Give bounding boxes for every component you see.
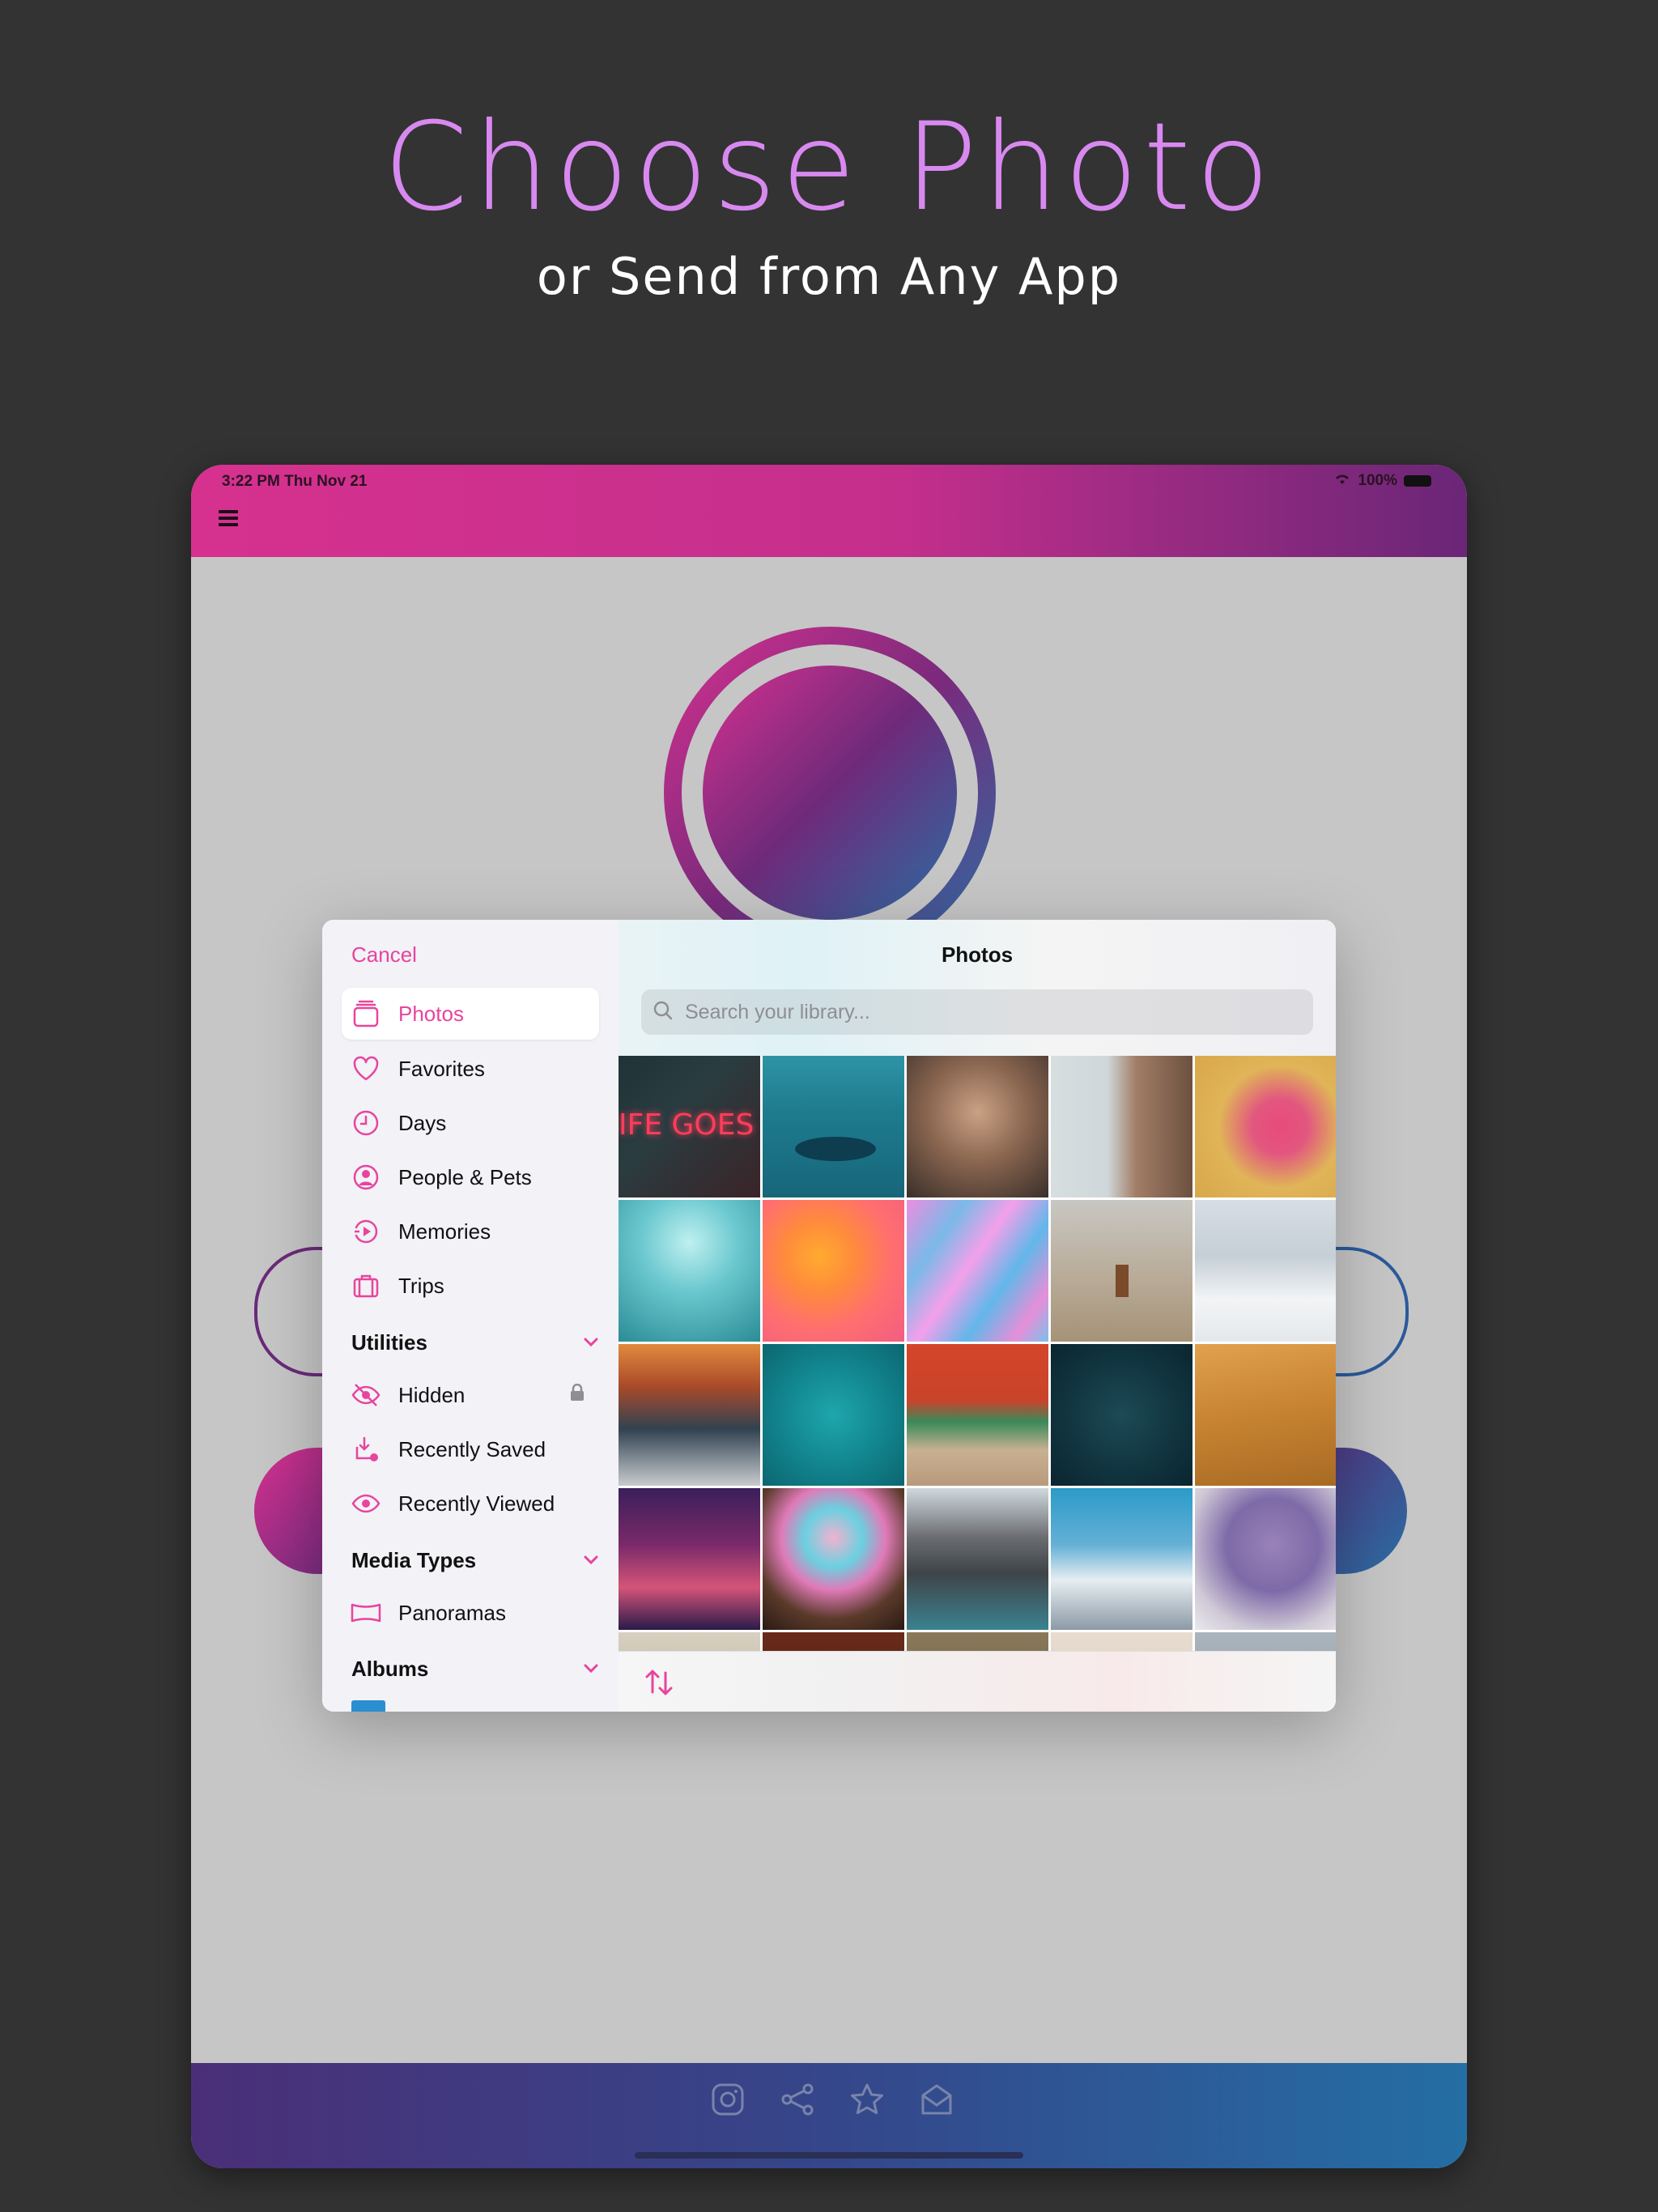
picker-sidebar: Cancel Photos Favorites Days People & Pe…: [322, 920, 619, 1712]
photo-thumbnail[interactable]: [763, 1056, 904, 1197]
picker-title: Photos: [941, 942, 1014, 967]
memories-icon: [350, 1215, 382, 1248]
battery-percent: 100%: [1358, 471, 1397, 489]
photo-thumbnail[interactable]: [1051, 1488, 1192, 1630]
chevron-down-icon: [583, 1658, 599, 1679]
person-icon: [350, 1161, 382, 1193]
photo-thumbnail[interactable]: [1051, 1200, 1192, 1342]
eye-slash-icon: [350, 1379, 382, 1411]
photo-thumbnail[interactable]: [619, 1200, 760, 1342]
search-input[interactable]: [683, 999, 1253, 1025]
photo-grid: IFE GOES: [619, 1056, 1336, 1653]
bottom-toolbar: [191, 2063, 1467, 2168]
sidebar-item-people-pets[interactable]: People & Pets: [342, 1151, 599, 1203]
picker-header: Photos: [619, 920, 1336, 1056]
section-title: Media Types: [351, 1547, 477, 1572]
top-bar: 3:22 PM Thu Nov 21 100%: [191, 465, 1467, 557]
photo-thumbnail[interactable]: [619, 1488, 760, 1630]
sidebar-item-label: Memories: [398, 1219, 491, 1244]
photo-thumbnail[interactable]: [763, 1344, 904, 1486]
album-thumbnail-partial[interactable]: [351, 1700, 385, 1712]
sidebar-item-label: Favorites: [398, 1056, 485, 1081]
photo-picker: Cancel Photos Favorites Days People & Pe…: [322, 920, 1336, 1712]
promo-title: Choose Photo: [383, 97, 1275, 238]
sidebar-item-memories[interactable]: Memories: [342, 1206, 599, 1257]
clock-icon: [350, 1107, 382, 1139]
panorama-icon: [350, 1597, 382, 1629]
wifi-icon: [1333, 471, 1351, 490]
home-indicator: [635, 2152, 1023, 2159]
cancel-button[interactable]: Cancel: [351, 942, 417, 968]
instagram-icon[interactable]: [709, 2081, 746, 2118]
section-title: Albums: [351, 1656, 429, 1681]
promo-subtitle: or Send from Any App: [536, 247, 1122, 306]
photo-thumbnail[interactable]: [763, 1200, 904, 1342]
sidebar-item-recently-saved[interactable]: Recently Saved: [342, 1423, 599, 1475]
albums-section-header[interactable]: Albums: [351, 1648, 599, 1689]
sidebar-item-label: Photos: [398, 1001, 464, 1026]
status-right: 100%: [1333, 471, 1431, 490]
download-icon: [350, 1433, 382, 1465]
photos-icon: [350, 998, 382, 1030]
search-field[interactable]: [641, 989, 1313, 1035]
photo-thumbnail[interactable]: [1195, 1488, 1336, 1630]
sidebar-item-label: Panoramas: [398, 1600, 506, 1625]
heart-icon: [350, 1053, 382, 1085]
capture-button[interactable]: [703, 666, 957, 920]
sidebar-item-favorites[interactable]: Favorites: [342, 1043, 599, 1095]
utilities-section-header[interactable]: Utilities: [351, 1322, 599, 1363]
sidebar-item-label: Trips: [398, 1273, 444, 1298]
photo-thumbnail[interactable]: [1051, 1056, 1192, 1197]
sidebar-item-label: Hidden: [398, 1382, 466, 1407]
sort-icon[interactable]: [643, 1666, 675, 1699]
chevron-down-icon: [583, 1332, 599, 1353]
picker-content: Photos IFE GOES: [619, 920, 1336, 1712]
photo-thumbnail[interactable]: [907, 1344, 1048, 1486]
photo-thumbnail[interactable]: [763, 1488, 904, 1630]
hamburger-menu-icon[interactable]: [219, 510, 238, 526]
sidebar-item-label: Recently Viewed: [398, 1491, 555, 1516]
photo-thumbnail[interactable]: [1195, 1200, 1336, 1342]
sidebar-item-label: Days: [398, 1110, 447, 1135]
search-icon: [653, 1000, 674, 1025]
sidebar-item-trips[interactable]: Trips: [342, 1260, 599, 1312]
photo-thumbnail[interactable]: [907, 1488, 1048, 1630]
sidebar-item-label: People & Pets: [398, 1164, 532, 1189]
share-icon[interactable]: [779, 2081, 816, 2118]
photo-thumbnail[interactable]: [619, 1344, 760, 1486]
device-screen: 3:22 PM Thu Nov 21 100% Cancel Photos Fa…: [191, 465, 1467, 2168]
picker-footer: [619, 1651, 1336, 1712]
chevron-down-icon: [583, 1550, 599, 1571]
suitcase-icon: [350, 1270, 382, 1302]
photo-thumbnail[interactable]: IFE GOES: [619, 1056, 760, 1197]
photo-thumbnail[interactable]: [1195, 1056, 1336, 1197]
photo-thumbnail[interactable]: [907, 1056, 1048, 1197]
mail-icon[interactable]: [918, 2081, 955, 2118]
photo-thumbnail[interactable]: [1051, 1344, 1192, 1486]
media-types-section-header[interactable]: Media Types: [351, 1540, 599, 1580]
sidebar-item-panoramas[interactable]: Panoramas: [342, 1587, 599, 1639]
sidebar-item-recently-viewed[interactable]: Recently Viewed: [342, 1478, 599, 1529]
photo-thumbnail[interactable]: [907, 1200, 1048, 1342]
eye-icon: [350, 1487, 382, 1520]
sidebar-item-hidden[interactable]: Hidden: [342, 1369, 599, 1421]
star-icon[interactable]: [848, 2081, 886, 2118]
sidebar-item-label: Recently Saved: [398, 1436, 546, 1461]
sidebar-item-photos[interactable]: Photos: [342, 988, 599, 1040]
status-time: 3:22 PM Thu Nov 21: [222, 473, 368, 490]
battery-icon: [1404, 474, 1431, 487]
lock-icon: [570, 1383, 585, 1406]
photo-thumbnail[interactable]: [1195, 1344, 1336, 1486]
sidebar-item-days[interactable]: Days: [342, 1097, 599, 1149]
section-title: Utilities: [351, 1329, 427, 1355]
